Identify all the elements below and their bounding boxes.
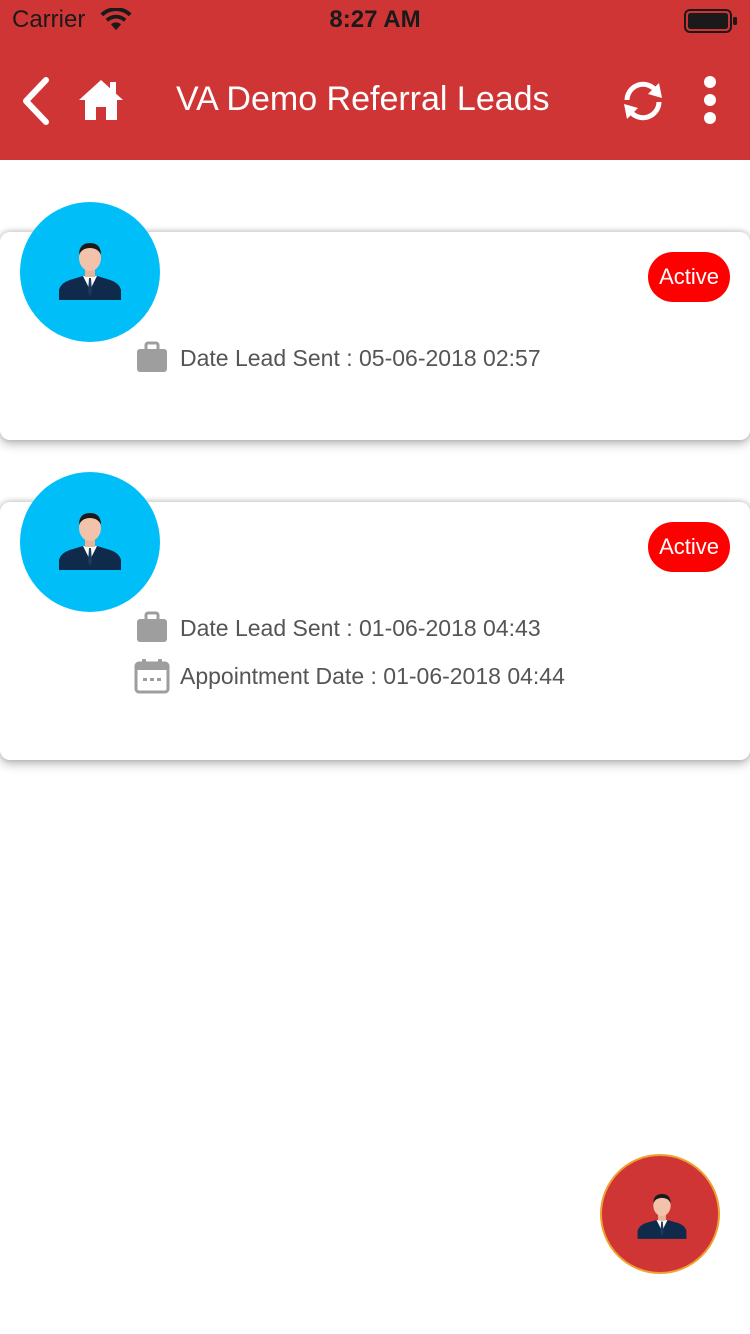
status-time: 8:27 AM xyxy=(329,6,421,33)
status-badge: Active xyxy=(648,522,730,572)
navigation-bar: VA Demo Referral Leads xyxy=(0,60,750,140)
user-avatar-icon xyxy=(59,243,121,300)
battery-icon xyxy=(684,9,738,38)
chevron-left-icon[interactable] xyxy=(20,76,54,131)
calendar-icon xyxy=(134,658,170,694)
briefcase-icon xyxy=(134,340,170,376)
avatar xyxy=(20,472,160,612)
more-vertical-icon[interactable] xyxy=(700,76,720,129)
page-title: VA Demo Referral Leads xyxy=(176,80,550,118)
status-bar: Carrier 8:27 AM xyxy=(0,0,750,40)
refresh-icon[interactable] xyxy=(620,78,666,129)
user-avatar-icon xyxy=(59,513,121,570)
add-lead-user-icon xyxy=(637,1193,687,1239)
status-badge: Active xyxy=(648,252,730,302)
appointment-date-text: Appointment Date : 01-06-2018 04:44 xyxy=(180,663,565,689)
date-lead-sent-text: Date Lead Sent : 01-06-2018 04:43 xyxy=(180,615,541,641)
avatar xyxy=(20,202,160,342)
app-header: Carrier 8:27 AM VA Demo Referral Leads xyxy=(0,0,750,160)
home-icon[interactable] xyxy=(78,78,124,127)
date-lead-sent-text: Date Lead Sent : 05-06-2018 02:57 xyxy=(180,345,541,371)
add-lead-button[interactable] xyxy=(600,1154,720,1274)
briefcase-icon xyxy=(134,610,170,646)
